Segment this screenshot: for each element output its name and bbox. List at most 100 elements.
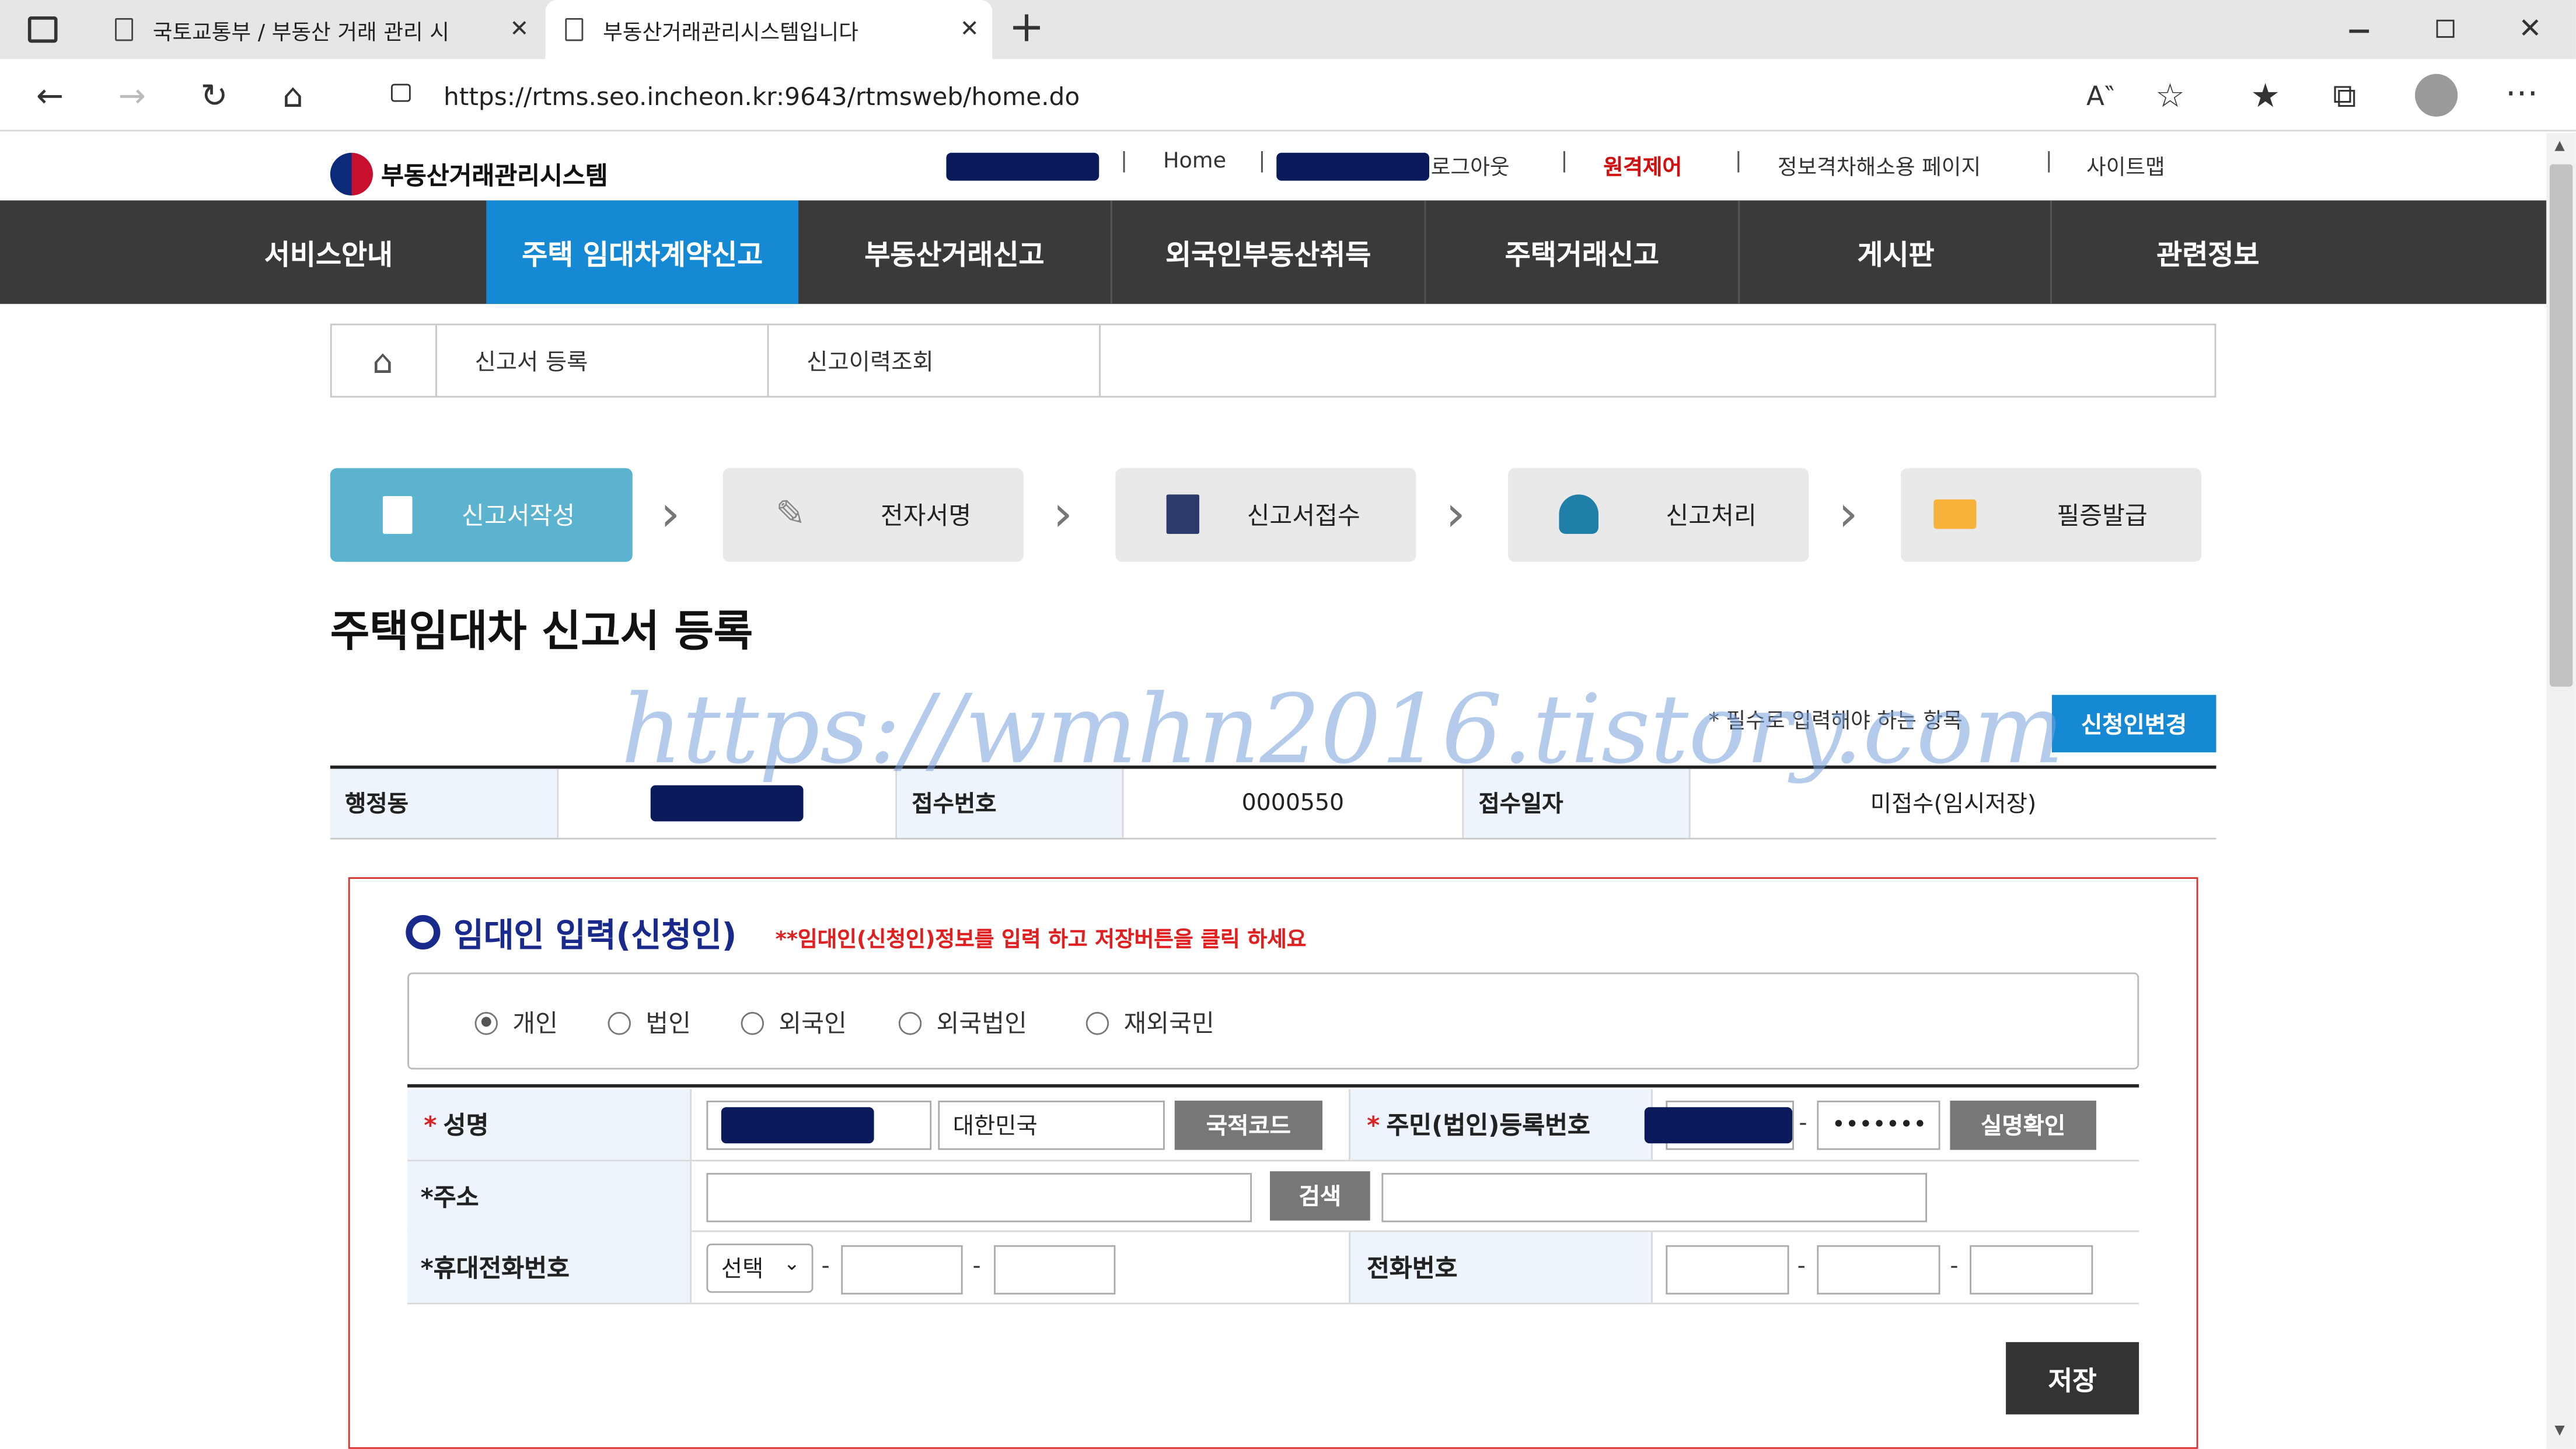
radio-corporation[interactable]: 법인 (608, 1005, 691, 1040)
redacted-dong (650, 785, 804, 822)
mobile-mid-input[interactable] (841, 1245, 963, 1295)
link-sitemap[interactable]: 사이트맵 (2086, 149, 2165, 180)
nav-related-info[interactable]: 관련정보 (2052, 200, 2364, 303)
step-label: 신고서접수 (1247, 501, 1360, 531)
scrollbar-thumb[interactable] (2549, 164, 2573, 687)
required-star: * (424, 1109, 437, 1140)
profile-avatar[interactable] (2415, 74, 2458, 117)
envelope-icon (1933, 499, 1977, 529)
radio-foreign-corp[interactable]: 외국법인 (898, 1005, 1027, 1040)
chevron-right-icon: › (660, 486, 680, 544)
address-search-button[interactable]: 검색 (1269, 1171, 1370, 1221)
back-icon[interactable]: ← (36, 75, 64, 115)
scroll-down-icon[interactable]: ▼ (2554, 1423, 2564, 1437)
redacted-reg-no (1644, 1107, 1793, 1144)
nav-housing-report[interactable]: 주택거래신고 (1426, 200, 1738, 303)
phone-area-input[interactable] (1666, 1245, 1789, 1295)
lnb-label: 신고이력조회 (807, 349, 934, 376)
link-remote-control[interactable]: 원격제어 (1603, 149, 1682, 180)
nationality-input[interactable]: 대한민국 (938, 1101, 1165, 1150)
change-applicant-button[interactable]: 신청인변경 (2051, 694, 2217, 753)
url-field[interactable]: https://rtms.seo.incheon.kr:9643/rtmsweb… (355, 69, 2208, 124)
chevron-right-icon: › (1053, 486, 1073, 544)
address-input[interactable] (706, 1172, 1252, 1223)
label-text: 성명 (443, 1110, 489, 1140)
home-icon[interactable]: ⌂ (282, 75, 303, 115)
forward-icon[interactable]: → (118, 75, 146, 115)
lnb-history[interactable]: 신고이력조회 (769, 323, 1101, 398)
document-icon (382, 496, 413, 534)
minimize-icon[interactable] (2349, 29, 2369, 32)
link-accessibility[interactable]: 정보격차해소용 페이지 (1778, 149, 1981, 180)
document-icon (115, 18, 134, 41)
reg-no-label: * 주민(법인)등록번호 (1349, 1089, 1653, 1160)
lnb-home[interactable]: ⌂ (330, 323, 437, 398)
section-note: **임대인(신청인)정보를 입력 하고 저장버튼을 클릭 하세요 (775, 928, 1307, 953)
reg-no-back-input[interactable]: ••••••• (1817, 1101, 1940, 1150)
lock-icon[interactable] (390, 83, 411, 102)
dash: - (1950, 1253, 1959, 1280)
lnb-register[interactable]: 신고서 등록 (437, 323, 769, 398)
dash: - (1799, 1110, 1807, 1137)
restore-icon[interactable] (2436, 19, 2455, 38)
nav-service-info[interactable]: 서비스안내 (173, 200, 485, 303)
read-aloud-icon[interactable]: A‶ (2086, 81, 2114, 111)
label-text: *휴대전화번호 (420, 1253, 570, 1283)
redacted-name (721, 1107, 874, 1144)
dash: - (1797, 1253, 1806, 1280)
step-label: 전자서명 (880, 501, 972, 531)
phone-mid-input[interactable] (1817, 1245, 1940, 1295)
url-text: https://rtms.seo.incheon.kr:9643/rtmsweb… (444, 81, 1080, 111)
radio-label: 개인 (512, 1008, 559, 1039)
divider: | (1258, 149, 1266, 174)
name-label: * 성명 (407, 1089, 692, 1160)
address-detail-input[interactable] (1381, 1172, 1927, 1223)
site-logo-text[interactable]: 부동산거래관리시스템 (381, 158, 608, 192)
person-icon (1559, 494, 1598, 534)
house-icon: ⌂ (372, 341, 393, 380)
link-logout[interactable]: 로그아웃 (1431, 149, 1510, 180)
step-process: 신고처리 (1508, 468, 1809, 562)
section-title: 임대인 입력(신청인) (406, 909, 737, 956)
tab-rtms[interactable]: 부동산거래관리시스템입니다 ✕ (545, 0, 993, 60)
nation-code-button[interactable]: 국적코드 (1174, 1101, 1323, 1150)
tab-molit[interactable]: 국토교통부 / 부동산 거래 관리 시 ✕ (95, 0, 542, 59)
step-write: 신고서작성 (330, 468, 633, 562)
browser-window: 국토교통부 / 부동산 거래 관리 시 ✕ 부동산거래관리시스템입니다 ✕ + … (0, 0, 2576, 1449)
nav-board[interactable]: 게시판 (1740, 200, 2052, 303)
close-tab-icon[interactable]: ✕ (509, 16, 529, 43)
info-dong-label: 행정동 (330, 769, 559, 838)
tab-actions-icon[interactable] (27, 16, 58, 43)
divider: | (1734, 149, 1742, 174)
collections-icon[interactable]: ⧉ (2333, 75, 2356, 115)
nav-lease-report[interactable]: 주택 임대차계약신고 (486, 200, 799, 304)
favorites-icon[interactable]: ★ (2251, 75, 2280, 115)
more-menu-icon[interactable]: ⋯ (2505, 72, 2538, 112)
name-input[interactable] (706, 1101, 932, 1150)
add-favorite-icon[interactable]: ☆ (2155, 75, 2184, 115)
redacted-user (946, 152, 1099, 181)
radio-label: 외국인 (779, 1008, 847, 1039)
scroll-up-icon[interactable]: ▲ (2554, 138, 2564, 152)
reg-no-front-input[interactable] (1644, 1101, 1794, 1150)
nav-real-estate-report[interactable]: 부동산거래신고 (798, 200, 1111, 303)
refresh-icon[interactable]: ↻ (200, 75, 228, 115)
verify-name-button[interactable]: 실명확인 (1950, 1101, 2096, 1150)
radio-label: 재외국민 (1123, 1008, 1214, 1039)
mobile-prefix-select[interactable]: 선택 ⌄ (706, 1243, 814, 1293)
nav-foreigner-acquisition[interactable]: 외국인부동산취득 (1112, 200, 1425, 303)
step-label: 신고처리 (1666, 501, 1757, 531)
link-home[interactable]: Home (1163, 149, 1226, 174)
radio-foreigner[interactable]: 외국인 (741, 1005, 847, 1040)
mobile-last-input[interactable] (994, 1245, 1116, 1295)
close-window-icon[interactable]: ✕ (2518, 13, 2542, 46)
new-tab-icon[interactable]: + (1008, 4, 1044, 53)
dash: - (821, 1253, 830, 1280)
chevron-down-icon: ⌄ (783, 1252, 800, 1275)
radio-overseas-korean[interactable]: 재외국민 (1085, 1005, 1214, 1040)
phone-last-input[interactable] (1970, 1245, 2093, 1295)
close-tab-icon[interactable]: ✕ (960, 16, 979, 43)
save-button[interactable]: 저장 (2006, 1342, 2139, 1415)
radio-individual[interactable]: 개인 (474, 1005, 559, 1040)
radio-icon (608, 1011, 631, 1035)
